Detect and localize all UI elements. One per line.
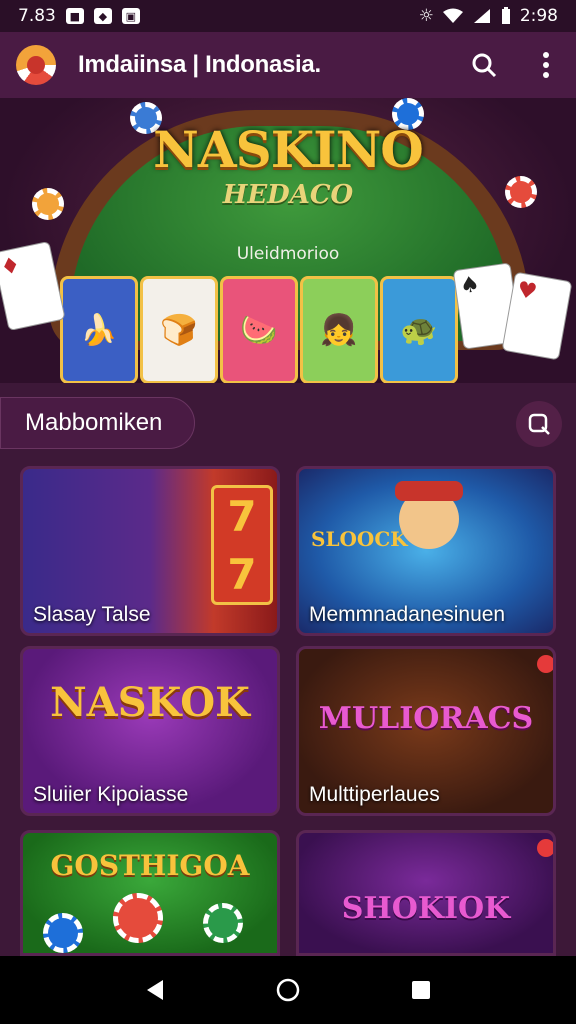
character-hat	[395, 481, 463, 501]
game-tile-5[interactable]: GOSTHIGOA	[20, 830, 280, 956]
badge-icon	[537, 655, 553, 673]
wifi-icon	[442, 8, 463, 23]
app-title: Imdaiinsa | Indonasia.	[78, 51, 321, 78]
tile-art-text: MULIORACS	[318, 701, 534, 736]
status-time-right: 2:98	[519, 6, 558, 26]
app-bar: Imdaiinsa | Indonasia.	[0, 32, 576, 98]
slot-reel: 🍌	[60, 276, 138, 383]
game-tile-label: Sluiier Kipoiasse	[33, 783, 189, 806]
badge-icon	[537, 839, 553, 857]
game-tile-6[interactable]: SHOKIOK	[296, 830, 556, 956]
game-tile-2[interactable]: SLOOCK Memmnadanesinuen	[296, 466, 556, 636]
image-notification-icon: ▣	[121, 8, 140, 24]
status-time-left: 7.83	[18, 6, 56, 26]
tile-art-text: NASKOK	[50, 679, 250, 726]
status-bar: 7.83 ■ ◆ ▣ ☼ 2:98	[0, 0, 576, 32]
slot-reel: 🍞	[140, 276, 218, 383]
more-vert-icon	[543, 52, 549, 78]
system-nav-bar	[0, 956, 576, 1024]
search-filter-icon	[528, 413, 550, 435]
app-notification-icon: ◆	[93, 8, 112, 24]
hero-subtitle: HEDACO	[222, 180, 354, 210]
search-icon	[472, 53, 497, 78]
game-tile-label: Slasay Talse	[33, 603, 151, 626]
more-options-button[interactable]	[532, 51, 560, 79]
section-header: Mabbomiken	[0, 383, 576, 461]
filter-search-button[interactable]	[516, 401, 562, 447]
hero-caption: Uleidmorioo	[236, 244, 340, 264]
game-tile-label: Memmnadanesinuen	[309, 603, 506, 626]
game-tile-3[interactable]: NASKOK Sluiier Kipoiasse	[20, 646, 280, 816]
chip-icon	[203, 903, 243, 943]
alarm-icon: ☼	[418, 6, 434, 26]
hero-title: NASKINO	[153, 120, 424, 179]
home-icon[interactable]	[275, 977, 301, 1003]
game-tile-4[interactable]: MULIORACS Multtiperlaues	[296, 646, 556, 816]
slot-reel: 👧	[300, 276, 378, 383]
tile-art-text: SHOKIOK	[341, 891, 511, 926]
search-button[interactable]	[470, 51, 498, 79]
slot-reel: 🐢	[380, 276, 458, 383]
battery-icon	[501, 7, 510, 24]
signal-icon	[473, 9, 490, 23]
recents-icon[interactable]	[411, 980, 431, 1000]
game-tile-1[interactable]: 77 Slasay Talse	[20, 466, 280, 636]
app-logo[interactable]	[16, 45, 56, 85]
section-title[interactable]: Mabbomiken	[0, 397, 195, 449]
chip-icon	[113, 893, 163, 943]
playing-card: ♥	[501, 271, 573, 361]
notification-icon: ■	[65, 8, 84, 24]
chip-icon	[43, 913, 83, 953]
game-tile-label: Multtiperlaues	[309, 783, 440, 806]
hero-banner[interactable]: NASKINO HEDACO Uleidmorioo 🍌 🍞 🍉 👧 🐢 ♦ ♠…	[0, 98, 576, 383]
slot-reel-seven: 77	[211, 485, 273, 605]
tile-art-text: GOSTHIGOA	[50, 849, 250, 882]
slot-reel: 🍉	[220, 276, 298, 383]
back-icon[interactable]	[145, 979, 165, 1001]
